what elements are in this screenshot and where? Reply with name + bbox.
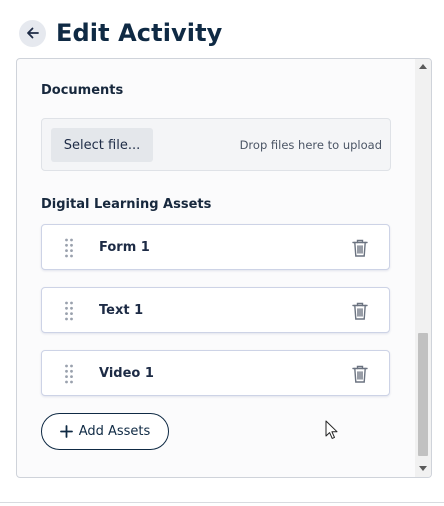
select-file-button[interactable]: Select file... [51, 128, 153, 162]
scroll-down-arrow-icon[interactable] [419, 466, 427, 471]
asset-name: Video 1 [99, 365, 154, 381]
asset-name: Form 1 [99, 239, 150, 255]
digital-learning-assets-label: Digital Learning Assets [41, 197, 212, 212]
panel-scrollbar[interactable] [415, 59, 431, 477]
drop-files-hint: Drop files here to upload [239, 137, 382, 152]
scrollbar-thumb[interactable] [418, 333, 428, 456]
mouse-pointer-icon [325, 420, 338, 439]
trash-icon[interactable] [351, 364, 369, 384]
drag-handle-icon[interactable] [64, 238, 74, 258]
back-button[interactable] [19, 19, 46, 47]
trash-icon[interactable] [351, 301, 369, 321]
edit-activity-page: Edit Activity Documents Select file... D… [0, 0, 444, 506]
drag-handle-icon[interactable] [64, 364, 74, 384]
trash-icon[interactable] [351, 238, 369, 258]
file-upload-dropzone[interactable]: Select file... Drop files here to upload [41, 118, 391, 171]
scroll-up-arrow-icon[interactable] [419, 64, 427, 69]
asset-name: Text 1 [99, 302, 144, 318]
page-title: Edit Activity [56, 19, 223, 47]
plus-icon [59, 425, 73, 438]
drag-handle-icon[interactable] [64, 301, 74, 321]
add-assets-button[interactable]: Add Assets [41, 413, 169, 450]
arrow-left-icon [26, 27, 39, 39]
page-header: Edit Activity [19, 16, 222, 50]
asset-card[interactable]: Video 1 [41, 350, 390, 396]
asset-card[interactable]: Form 1 [41, 224, 390, 270]
bottom-divider [0, 502, 444, 503]
activity-form-panel: Documents Select file... Drop files here… [16, 58, 432, 478]
add-assets-label: Add Assets [78, 424, 151, 439]
documents-label: Documents [41, 83, 124, 98]
asset-card[interactable]: Text 1 [41, 287, 390, 333]
panel-content: Documents Select file... Drop files here… [17, 59, 415, 477]
